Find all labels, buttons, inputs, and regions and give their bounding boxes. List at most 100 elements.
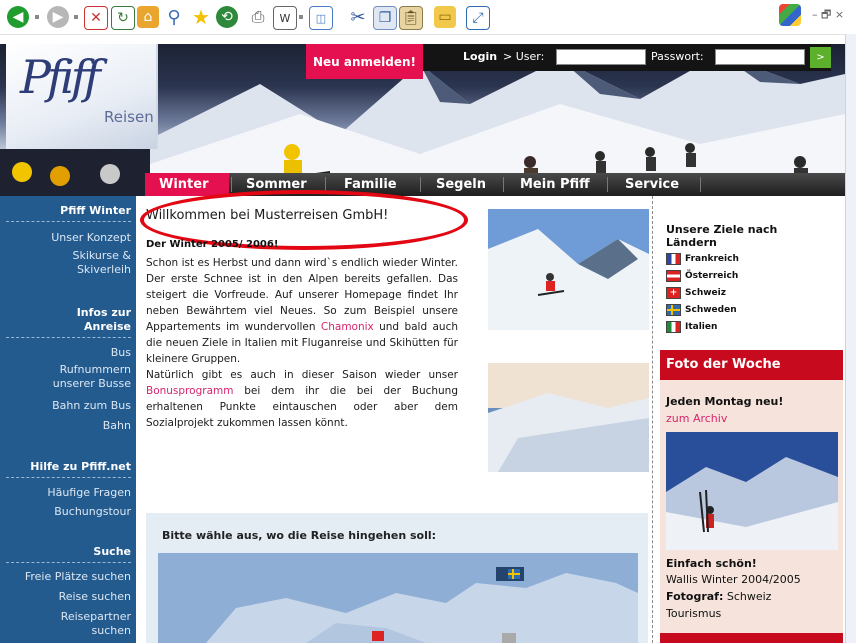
country-schweden[interactable]: Schweden — [666, 304, 737, 316]
site-logo[interactable]: Pfiff Reisen — [6, 44, 158, 149]
sidebar-item-buchungstour[interactable]: Buchungstour — [54, 505, 131, 518]
back-icon[interactable]: ◀ — [7, 6, 29, 28]
column-divider — [652, 196, 653, 643]
edit-dropdown-icon[interactable] — [299, 15, 303, 19]
window-controls[interactable]: – 🗗 × — [812, 6, 844, 25]
nav-separator — [607, 177, 608, 192]
user-input[interactable] — [556, 49, 646, 65]
sidebar-item-konzept[interactable]: Unser Konzept — [51, 231, 131, 244]
sidebar-item-skikurse[interactable]: Skikurse & — [72, 249, 131, 262]
sidebar-divider — [6, 337, 131, 338]
flag-france-icon — [666, 253, 681, 265]
word-icon[interactable]: W — [273, 6, 297, 30]
photographer-value-2: Tourismus — [666, 607, 722, 620]
archive-link[interactable]: zum Archiv — [666, 412, 727, 425]
country-label: Österreich — [685, 271, 739, 281]
photo-of-week-heading: Foto der Woche — [660, 350, 843, 380]
paste-icon[interactable]: 📋︎ — [399, 6, 423, 30]
sidebar-heading-anreise-2: Anreise — [83, 320, 131, 333]
photographer-credit: Fotograf: Schweiz — [666, 590, 771, 603]
windows-logo-icon — [779, 4, 801, 26]
country-frankreich[interactable]: Frankreich — [666, 253, 739, 265]
sidebar-heading-hilfe: Hilfe zu Pfiff.net — [30, 460, 131, 473]
stop-icon[interactable]: ✕ — [84, 6, 108, 30]
sidebar-item-reise-suchen[interactable]: Reise suchen — [59, 590, 131, 603]
password-input[interactable] — [715, 49, 805, 65]
tab-segeln[interactable]: Segeln — [436, 173, 486, 196]
sidebar-item-skiverleih[interactable]: Skiverleih — [77, 263, 131, 276]
cut-icon[interactable]: ✂ — [347, 6, 369, 28]
flag-austria-icon — [666, 270, 681, 282]
sidebar-item-freie-plaetze[interactable]: Freie Plätze suchen — [25, 570, 131, 583]
ski-photo-1 — [488, 209, 649, 330]
browser-toolbar: ◀ ▶ ✕ ↻ ⌂ ⚲ ★ ⟲ ⎙ W ◫ ✂ ❐ 📋︎ ▭ ⤢ – 🗗 × — [0, 0, 856, 35]
article-subtitle: Der Winter 2005/ 2006! — [146, 239, 279, 250]
caption-title: Einfach schön! — [666, 557, 757, 570]
register-button[interactable]: Neu anmelden! — [306, 44, 423, 79]
logo-brand: Pfiff — [20, 50, 101, 104]
country-label: Frankreich — [685, 254, 739, 264]
country-italien[interactable]: Italien — [666, 321, 717, 333]
flag-sweden-icon — [666, 304, 681, 316]
password-label: Passwort: — [651, 50, 704, 63]
photo-of-week-note: Jeden Montag neu! — [666, 395, 784, 408]
next-box-header — [660, 633, 843, 643]
folder-icon[interactable]: ▭ — [434, 6, 456, 28]
login-bar: Login > User: Passwort: — [423, 44, 831, 71]
tab-mein-pfiff[interactable]: Mein Pfiff — [520, 173, 590, 196]
sidebar-item-bus[interactable]: Bus — [111, 346, 131, 359]
sidebar-divider — [6, 221, 131, 222]
country-label: Schweiz — [685, 288, 726, 298]
sidebar-heading-winter: Pfiff Winter — [60, 204, 131, 217]
country-label: Italien — [685, 322, 718, 332]
page-scrollbar[interactable] — [845, 34, 856, 643]
chamonix-link[interactable]: Chamonix — [321, 321, 374, 333]
bonus-link[interactable]: Bonusprogramm — [146, 385, 233, 397]
sidebar-divider — [6, 562, 131, 563]
sidebar-item-reisepartner-suchen[interactable]: suchen — [92, 624, 131, 637]
sidebar-item-bahn-zum-bus[interactable]: Bahn zum Bus — [52, 399, 131, 412]
sidebar-heading-suche: Suche — [93, 545, 131, 558]
preview-icon[interactable]: ◫ — [309, 6, 333, 30]
refresh-icon[interactable]: ↻ — [111, 6, 135, 30]
sidebar-item-busse[interactable]: unserer Busse — [53, 377, 131, 390]
sidebar-item-faq[interactable]: Häufige Fragen — [47, 486, 131, 499]
history-icon[interactable]: ⟲ — [216, 6, 238, 28]
fullscreen-icon[interactable]: ⤢ — [466, 6, 490, 30]
article-body: Schon ist es Herbst und dann wird`s endl… — [146, 255, 458, 431]
copy-icon[interactable]: ❐ — [373, 6, 397, 30]
destinations-title: Unsere Ziele nach Ländern — [666, 223, 778, 249]
ski-photo-2 — [488, 363, 649, 472]
article-text: Natürlich gibt es auch in dieser Saison … — [146, 369, 458, 381]
nav-separator — [231, 177, 232, 192]
photo-of-the-week: Foto der Woche Jeden Montag neu! zum Arc… — [660, 350, 843, 643]
destination-chooser: Bitte wähle aus, wo die Reise hingehen s… — [146, 513, 648, 643]
nav-separator — [503, 177, 504, 192]
home-icon[interactable]: ⌂ — [137, 6, 159, 28]
favorites-icon[interactable]: ★ — [190, 5, 212, 29]
photographer-value: Schweiz — [723, 590, 772, 603]
search-icon[interactable]: ⚲ — [163, 6, 185, 28]
sidebar-divider — [6, 477, 131, 478]
login-go-button[interactable]: > — [810, 47, 831, 68]
nav-separator — [700, 177, 701, 192]
forward-icon[interactable]: ▶ — [47, 6, 69, 28]
country-schweiz[interactable]: + Schweiz — [666, 287, 726, 299]
country-label: Schweden — [685, 305, 737, 315]
sidebar-item-reisepartner[interactable]: Reisepartner — [61, 610, 131, 623]
country-oesterreich[interactable]: Österreich — [666, 270, 738, 282]
sidebar-item-bahn[interactable]: Bahn — [103, 419, 131, 432]
login-label: Login — [463, 50, 498, 63]
tab-winter[interactable]: Winter — [145, 173, 229, 196]
tab-service[interactable]: Service — [625, 173, 679, 196]
flag-switzerland-icon: + — [666, 287, 681, 299]
photo-of-week-image[interactable] — [666, 432, 838, 550]
print-icon[interactable]: ⎙ — [247, 6, 269, 28]
logo-sub: Reisen — [104, 108, 154, 126]
sidebar-item-rufnummern[interactable]: Rufnummern — [60, 363, 131, 376]
europe-map[interactable] — [146, 553, 648, 643]
back-dropdown-icon[interactable] — [35, 15, 39, 19]
user-label: > User: — [503, 50, 545, 63]
sidebar-heading-anreise: Infos zur — [76, 306, 131, 319]
forward-dropdown-icon[interactable] — [74, 15, 78, 19]
